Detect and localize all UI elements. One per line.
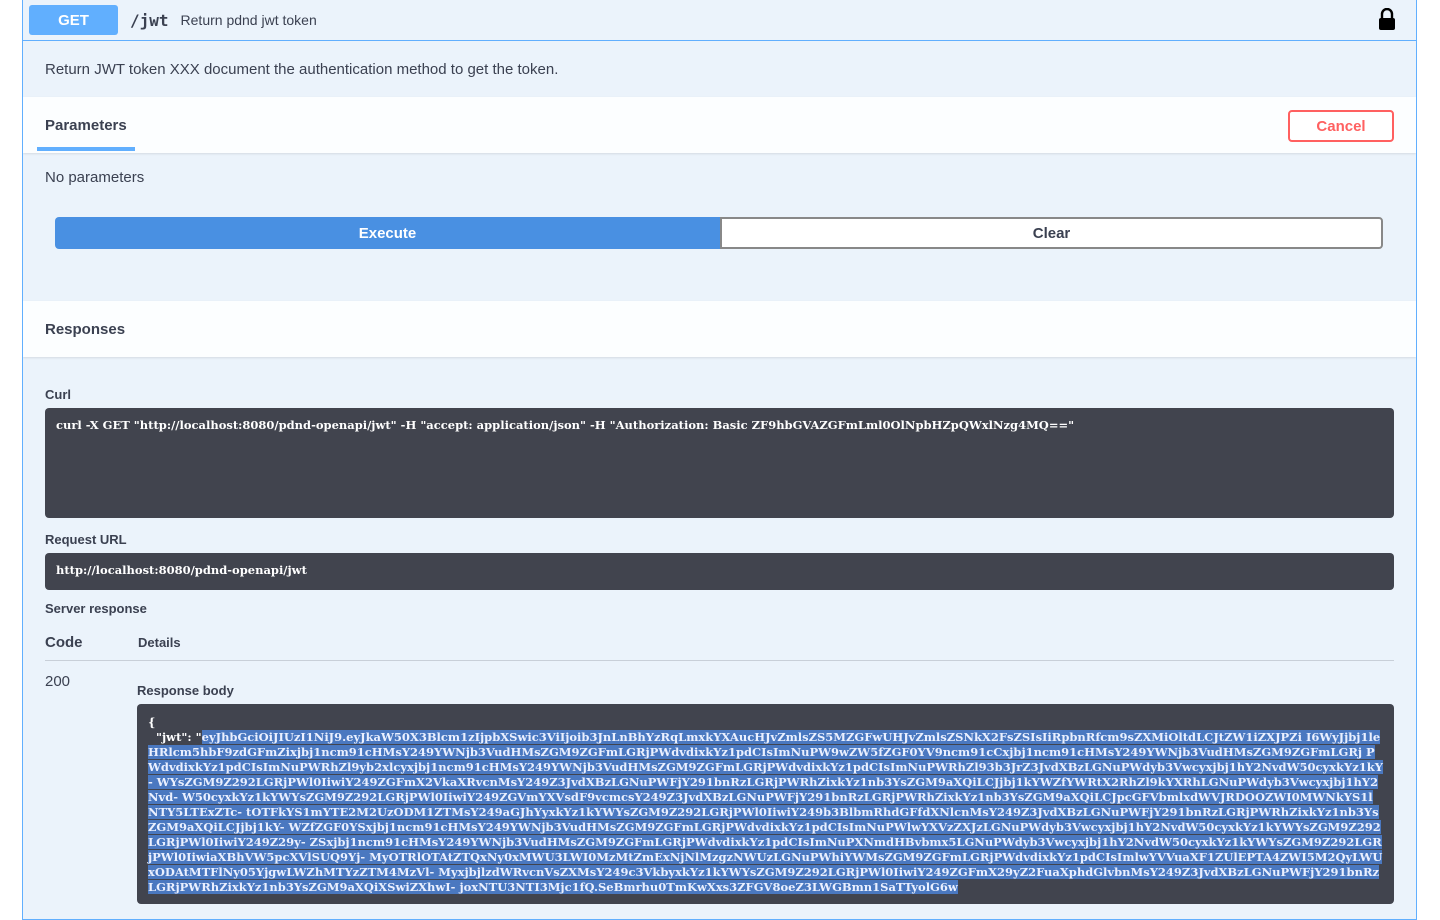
tab-parameters[interactable]: Parameters: [37, 97, 135, 153]
response-body-open-brace: {: [148, 715, 156, 729]
lock-icon[interactable]: [1378, 7, 1396, 30]
clear-button[interactable]: Clear: [720, 217, 1383, 249]
response-status-code: 200: [45, 673, 71, 690]
operation-description: Return JWT token XXX document the authen…: [45, 60, 559, 78]
column-header-code: Code: [45, 633, 83, 651]
cancel-button[interactable]: Cancel: [1288, 110, 1394, 142]
curl-command: curl -X GET "http://localhost:8080/pdnd-…: [56, 418, 1075, 432]
operation-summary-description: Return pdnd jwt token: [180, 12, 317, 28]
response-table-header: Code Details: [45, 624, 1394, 661]
parameters-header: Parameters Cancel: [23, 97, 1416, 153]
response-body[interactable]: { "jwt": "eyJhbGciOiJIUzI1NiJ9.eyJkaW50X…: [137, 704, 1394, 904]
operation-summary[interactable]: GET /jwt Return pdnd jwt token: [23, 0, 1416, 41]
response-body-label: Response body: [137, 683, 234, 698]
operation-path: /jwt: [130, 10, 169, 30]
operation-block: GET /jwt Return pdnd jwt token Return JW…: [22, 0, 1417, 920]
execute-wrapper: Execute Clear: [23, 217, 1416, 301]
response-details: Response body { "jwt": "eyJhbGciOiJIUzI1…: [137, 673, 1394, 904]
execute-button[interactable]: Execute: [55, 217, 720, 249]
no-parameters-text: No parameters: [45, 169, 145, 186]
response-body-jwt[interactable]: "jwt": "eyJhbGciOiJIUzI1NiJ9.eyJkaW50X3B…: [148, 730, 1383, 895]
jwt-key: "jwt": ": [156, 730, 202, 744]
jwt-token-selected[interactable]: eyJhbGciOiJIUzI1NiJ9.eyJkaW50X3Blcm1zIjp…: [148, 730, 1383, 894]
response-row: 200 Response body { "jwt": "eyJhbGciOiJI…: [45, 661, 1394, 904]
curl-label: Curl: [45, 387, 71, 402]
method-badge: GET: [29, 5, 118, 35]
column-header-details: Details: [138, 634, 181, 650]
request-url-box[interactable]: http://localhost:8080/pdnd-openapi/jwt: [45, 553, 1394, 590]
server-response-label: Server response: [45, 601, 147, 616]
request-url-label: Request URL: [45, 532, 127, 547]
responses-header: Responses: [23, 301, 1416, 357]
request-url: http://localhost:8080/pdnd-openapi/jwt: [56, 563, 307, 577]
curl-command-box[interactable]: curl -X GET "http://localhost:8080/pdnd-…: [45, 408, 1394, 518]
